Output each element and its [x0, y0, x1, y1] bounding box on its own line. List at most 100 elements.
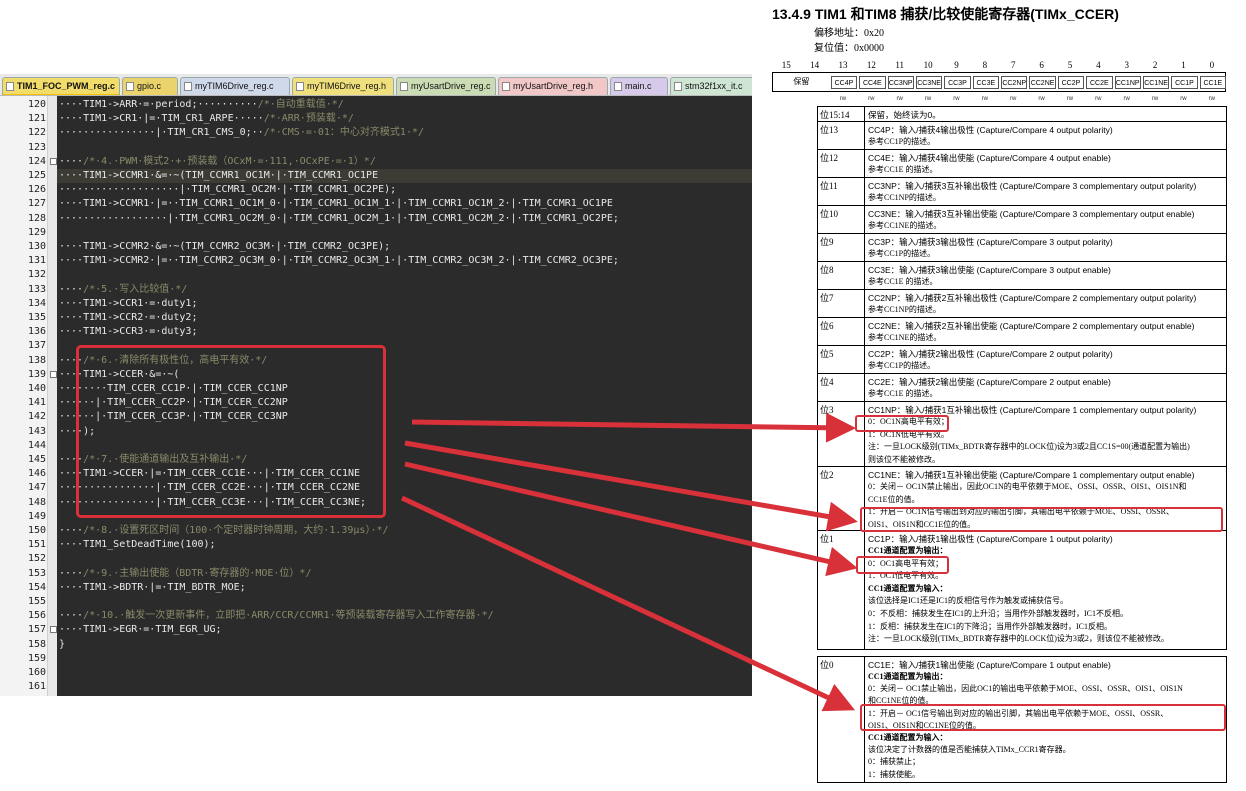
editor-tab-label: myUsartDrive_reg.c [411, 81, 491, 91]
bit-number: 4 [1096, 60, 1101, 70]
highlight-box-doc [860, 507, 1223, 532]
section-title: 13.4.9 TIM1 和TIM8 捕获/比较使能寄存器(TIMx_CCER) [772, 6, 1119, 22]
fold-toggle-icon[interactable] [50, 626, 57, 634]
bit-title: CC1NE：输入/捕获1互补输出使能 (Capture/Compare 1 co… [868, 470, 1195, 480]
bit-row: 位8 CC3E：输入/捕获3输出使能 (Capture/Compare 3 out… [818, 262, 1226, 290]
code-line[interactable]: ····TIM1->CR1·|=·TIM_CR1_ARPE·····/*·ARR… [57, 112, 752, 126]
line-number: 158 [27, 638, 46, 650]
file-icon [126, 82, 134, 91]
bit-label: 位3 [820, 405, 834, 415]
editor-tab[interactable]: TIM1_FOC_PWM_reg.c [2, 77, 120, 95]
code-line[interactable]: ················|·TIM_CR1_CMS_0;··/*·CMS… [57, 126, 752, 140]
code-line[interactable] [57, 226, 752, 240]
line-number: 129 [27, 226, 46, 238]
line-number: 123 [27, 141, 46, 153]
code-line[interactable]: ····TIM1->CCMR2·&=·~(TIM_CCMR2_OC3M·|·TI… [57, 240, 752, 254]
line-number: 127 [27, 198, 46, 210]
code-line[interactable] [57, 141, 752, 155]
code-line[interactable]: ····TIM1->CCMR2·|=··TIM_CCMR2_OC3M_0·|·T… [57, 254, 752, 268]
bit-title: CC3E：输入/捕获3输出使能 (Capture/Compare 3 outpu… [868, 265, 1111, 275]
code-line[interactable] [57, 680, 752, 694]
bit-label: 位8 [820, 265, 834, 275]
bit-number: 3 [1124, 60, 1129, 70]
line-number: 121 [27, 113, 46, 125]
fold-toggle-icon[interactable] [50, 370, 57, 378]
access-type: rw [953, 96, 960, 102]
file-icon [674, 82, 682, 91]
access-type: rw [1095, 96, 1102, 102]
code-line[interactable]: ····/*·9.·主输出使能（BDTR·寄存器的·MOE·位）*/ [57, 567, 752, 581]
editor-tab[interactable]: myUsartDrive_reg.h [498, 77, 608, 95]
code-line[interactable]: ····TIM1_SetDeadTime(100); [57, 538, 752, 552]
code-line[interactable]: ····/*·8.·设置死区时间（100·个定时器时钟周期，大约·1.39μs）… [57, 524, 752, 538]
bit-description-line: 参考CC1P的描述。 [868, 361, 936, 370]
editor-tab[interactable]: myTIM6Drive_reg.c [180, 77, 290, 95]
line-number: 125 [27, 170, 46, 181]
code-line[interactable]: ····TIM1->EGR·=·TIM_EGR_UG; [57, 623, 752, 637]
line-number: 146 [27, 468, 46, 480]
bit-number: 0 [1209, 60, 1215, 70]
reference-manual-page: 13.4.9 TIM1 和TIM8 捕获/比较使能寄存器(TIMx_CCER) … [752, 0, 1246, 791]
bit-title: CC3P：输入/捕获3输出极性 (Capture/Compare 3 outpu… [868, 237, 1113, 247]
code-line[interactable]: ····TIM1->BDTR·|=·TIM_BDTR_MOE; [57, 581, 752, 595]
bit-title: CC3NP：输入/捕获3互补输出极性 (Capture/Compare 3 co… [868, 181, 1197, 191]
register-bit-cell: CC3NP [887, 76, 914, 89]
line-number-gutter: 120 121 122 123 124 125 126 127 128 129 130 131 132 1… [0, 96, 48, 696]
editor-tab[interactable]: stm32f1xx_it.c [670, 77, 752, 95]
bit-label: 位4 [820, 377, 834, 387]
bit-number: 6 [1039, 60, 1044, 70]
code-line[interactable] [57, 666, 752, 680]
line-number: 134 [27, 297, 46, 309]
bit-label: 位9 [820, 237, 834, 247]
code-line[interactable]: ····················|·TIM_CCMR1_OC2M·|·T… [57, 183, 752, 197]
line-number: 154 [27, 581, 46, 593]
bit-title: CC2E：输入/捕获2输出使能 (Capture/Compare 2 outpu… [868, 377, 1111, 387]
editor-tab[interactable]: myUsartDrive_reg.c [396, 77, 496, 95]
bit-number: 2 [1152, 60, 1158, 70]
register-bit-cell: CC3E [972, 76, 999, 89]
line-number: 155 [27, 596, 46, 607]
editor-tab-bar: TIM1_FOC_PWM_reg.c gpio.c myTIM6Drive_reg.… [0, 74, 752, 96]
code-line[interactable]: ····TIM1->CCR3·=·duty3; [57, 325, 752, 339]
code-line[interactable] [57, 652, 752, 666]
editor-tab[interactable]: gpio.c [122, 77, 178, 95]
line-number: 137 [27, 340, 46, 352]
bit-title: CC4E：输入/捕获4输出使能 (Capture/Compare 4 outpu… [868, 153, 1111, 163]
code-line[interactable]: } [57, 638, 752, 652]
bit-description-line: 该位选择是IC1还是IC1的反相信号作为触发或捕获信号。 [868, 596, 1068, 606]
column-divider [864, 178, 865, 205]
editor-tab[interactable]: myTIM6Drive_reg.h [292, 77, 394, 95]
code-line[interactable]: ····TIM1->CCMR1·&=·~(TIM_CCMR1_OC1M·|·TI… [57, 169, 752, 184]
code-line[interactable] [57, 552, 752, 566]
bit-title: CC2NE：输入/捕获2互补输出使能 (Capture/Compare 2 co… [868, 321, 1195, 331]
access-type: rw [839, 96, 847, 102]
line-number: 144 [27, 439, 46, 451]
access-type: rw [868, 96, 875, 102]
code-line[interactable]: ··················|·TIM_CCMR1_OC2M_0·|·T… [57, 212, 752, 226]
line-number: 132 [27, 269, 46, 281]
bit-description-line: 1：反相：捕获发生在IC1的下降沿；当用作外部触发器时，IC1反相。 [868, 621, 1112, 631]
register-bit-cell: CC2NP [1001, 76, 1028, 89]
code-line[interactable]: ····TIM1->CCMR1·|=··TIM_CCMR1_OC1M_0·|·T… [57, 197, 752, 211]
code-line[interactable]: ····TIM1->CCR1·=·duty1; [57, 297, 752, 311]
bit-description-line: CC1通道配置为输入： [868, 583, 948, 593]
file-icon [502, 82, 510, 91]
access-type: rw [1010, 96, 1017, 102]
code-line[interactable]: ····TIM1->ARR·=·period;··········/*·自动重载… [57, 98, 752, 112]
code-line[interactable]: ····/*·4.·PWM·模式2·+·预装载（OCxM·=·111,·OCxP… [57, 155, 752, 169]
code-line[interactable]: ····TIM1->CCR2·=·duty2; [57, 311, 752, 325]
bit-description-line: 注：一旦LOCK级别(TIMx_BDTR寄存器中的LOCK位)设为3或2，则该位… [868, 634, 1169, 644]
editor-tab[interactable]: main.c [610, 77, 668, 95]
highlight-box-ccer-code [76, 345, 386, 518]
code-line[interactable]: ····/*·5.·写入比较值·*/ [57, 283, 752, 297]
code-line[interactable]: ····/*·10.·触发一次更新事件，立即把·ARR/CCR/CCMR1·等预… [57, 609, 752, 623]
access-type: rw [1208, 96, 1215, 102]
bit-number: 12 [866, 60, 876, 70]
code-line[interactable] [57, 268, 752, 282]
fold-toggle-icon[interactable] [50, 157, 57, 165]
line-number: 152 [27, 553, 46, 565]
bit-label: 位7 [820, 293, 834, 303]
column-divider [864, 234, 865, 261]
bit-label: 位10 [820, 209, 839, 219]
code-line[interactable] [57, 595, 752, 609]
